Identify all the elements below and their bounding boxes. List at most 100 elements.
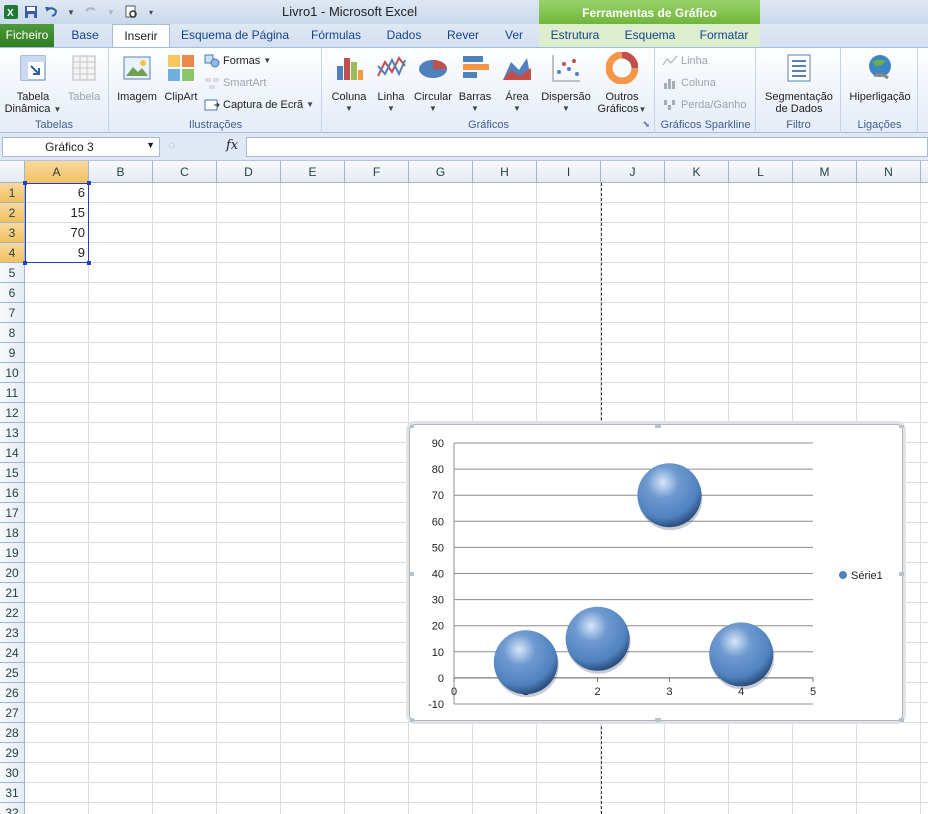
column-header-k[interactable]: K: [665, 161, 729, 183]
selection-handle[interactable]: [87, 181, 91, 185]
row-header-7[interactable]: 7: [0, 303, 25, 323]
tab-esquema[interactable]: Esquema: [618, 24, 682, 47]
row-header-29[interactable]: 29: [0, 743, 25, 763]
tab-rever[interactable]: Rever: [440, 24, 486, 47]
tab-formatar[interactable]: Formatar: [692, 24, 756, 47]
undo-icon[interactable]: [42, 3, 60, 21]
customize-toolbar-icon[interactable]: ▾: [142, 3, 160, 21]
slicer-button[interactable]: Segmentação de Dados: [761, 52, 837, 115]
column-chart-label: Coluna: [331, 91, 367, 103]
tab-esquema-pagina[interactable]: Esquema de Página: [176, 24, 294, 47]
dialog-launcher-icon[interactable]: ⬊: [642, 119, 650, 130]
row-header-20[interactable]: 20: [0, 563, 25, 583]
clipart-button[interactable]: ClipArt: [162, 52, 200, 103]
row-header-15[interactable]: 15: [0, 463, 25, 483]
row-header-14[interactable]: 14: [0, 443, 25, 463]
row-header-16[interactable]: 16: [0, 483, 25, 503]
bubble-chart[interactable]: -100102030405060708090012345Série1: [409, 424, 904, 722]
row-header-4[interactable]: 4: [0, 243, 25, 263]
pivot-table-button[interactable]: Tabela Dinâmica ▼: [4, 52, 62, 116]
other-charts-button[interactable]: Outros Gráficos▼: [597, 51, 647, 116]
formula-input[interactable]: [246, 137, 928, 157]
undo-dropdown-icon[interactable]: ▼: [62, 3, 80, 21]
row-header-8[interactable]: 8: [0, 323, 25, 343]
column-chart-button[interactable]: Coluna ▼: [327, 52, 371, 115]
selection-handle[interactable]: [23, 261, 27, 265]
tab-estrutura[interactable]: Estrutura: [542, 24, 608, 47]
row-header-30[interactable]: 30: [0, 763, 25, 783]
sparkline-column-button[interactable]: Coluna: [662, 74, 716, 92]
row-header-21[interactable]: 21: [0, 583, 25, 603]
tab-ver[interactable]: Ver: [496, 24, 532, 47]
name-box[interactable]: Gráfico 3 ▼: [2, 137, 160, 157]
smartart-button[interactable]: SmartArt: [204, 74, 266, 92]
column-header-i[interactable]: I: [537, 161, 601, 183]
tab-formulas[interactable]: Fórmulas: [304, 24, 368, 47]
y-tick-label: 10: [432, 647, 444, 659]
tab-inserir[interactable]: Inserir: [112, 24, 170, 47]
row-header-32[interactable]: 32: [0, 803, 25, 814]
column-header-b[interactable]: B: [89, 161, 153, 183]
row-header-25[interactable]: 25: [0, 663, 25, 683]
sparkline-line-button[interactable]: Linha: [662, 52, 708, 70]
row-header-11[interactable]: 11: [0, 383, 25, 403]
column-header-f[interactable]: F: [345, 161, 409, 183]
excel-logo-icon[interactable]: X: [2, 3, 20, 21]
screenshot-button[interactable]: Captura de Ecrã ▼: [204, 96, 314, 114]
shapes-button[interactable]: Formas ▼: [204, 52, 271, 70]
name-box-value: Gráfico 3: [45, 140, 94, 154]
column-header-h[interactable]: H: [473, 161, 537, 183]
column-header-a[interactable]: A: [25, 161, 89, 183]
row-header-22[interactable]: 22: [0, 603, 25, 623]
row-header-23[interactable]: 23: [0, 623, 25, 643]
column-header-l[interactable]: L: [729, 161, 793, 183]
row-header-6[interactable]: 6: [0, 283, 25, 303]
tab-ficheiro[interactable]: Ficheiro: [0, 24, 54, 47]
bar-chart-button[interactable]: Barras ▼: [455, 52, 495, 115]
column-header-e[interactable]: E: [281, 161, 345, 183]
row-header-1[interactable]: 1: [0, 183, 25, 203]
column-header-j[interactable]: J: [601, 161, 665, 183]
resize-handle-icon[interactable]: ◌: [168, 138, 175, 152]
column-header-g[interactable]: G: [409, 161, 473, 183]
table-button[interactable]: Tabela: [64, 52, 104, 103]
row-header-27[interactable]: 27: [0, 703, 25, 723]
redo-icon[interactable]: [82, 3, 100, 21]
scatter-chart-button[interactable]: Dispersão ▼: [537, 52, 595, 115]
row-header-24[interactable]: 24: [0, 643, 25, 663]
row-header-12[interactable]: 12: [0, 403, 25, 423]
line-chart-button[interactable]: Linha ▼: [371, 52, 411, 115]
row-header-28[interactable]: 28: [0, 723, 25, 743]
column-header-m[interactable]: M: [793, 161, 857, 183]
insert-function-button[interactable]: fx: [226, 138, 238, 153]
selection-handle[interactable]: [23, 181, 27, 185]
row-header-17[interactable]: 17: [0, 503, 25, 523]
sparkline-winloss-button[interactable]: Perda/Ganho: [662, 96, 746, 114]
tab-base[interactable]: Base: [60, 24, 110, 47]
row-header-2[interactable]: 2: [0, 203, 25, 223]
row-header-19[interactable]: 19: [0, 543, 25, 563]
redo-dropdown-icon[interactable]: ▼: [102, 3, 120, 21]
row-header-31[interactable]: 31: [0, 783, 25, 803]
row-header-13[interactable]: 13: [0, 423, 25, 443]
column-header-d[interactable]: D: [217, 161, 281, 183]
group-graficos: Coluna ▼ Linha ▼ Circular ▼ Barras ▼ Áre…: [323, 48, 655, 133]
row-header-5[interactable]: 5: [0, 263, 25, 283]
row-header-26[interactable]: 26: [0, 683, 25, 703]
selection-handle[interactable]: [87, 261, 91, 265]
pie-chart-button[interactable]: Circular ▼: [411, 52, 455, 115]
chevron-down-icon[interactable]: ▼: [146, 140, 155, 150]
tab-dados[interactable]: Dados: [378, 24, 430, 47]
row-header-18[interactable]: 18: [0, 523, 25, 543]
row-header-9[interactable]: 9: [0, 343, 25, 363]
area-chart-button[interactable]: Área ▼: [497, 52, 537, 115]
hyperlink-button[interactable]: Hiperligação: [844, 52, 916, 103]
select-all-corner[interactable]: [0, 161, 25, 183]
print-preview-icon[interactable]: [122, 3, 140, 21]
column-header-n[interactable]: N: [857, 161, 921, 183]
row-header-3[interactable]: 3: [0, 223, 25, 243]
picture-button[interactable]: Imagem: [114, 52, 160, 103]
column-header-c[interactable]: C: [153, 161, 217, 183]
row-header-10[interactable]: 10: [0, 363, 25, 383]
save-icon[interactable]: [22, 3, 40, 21]
